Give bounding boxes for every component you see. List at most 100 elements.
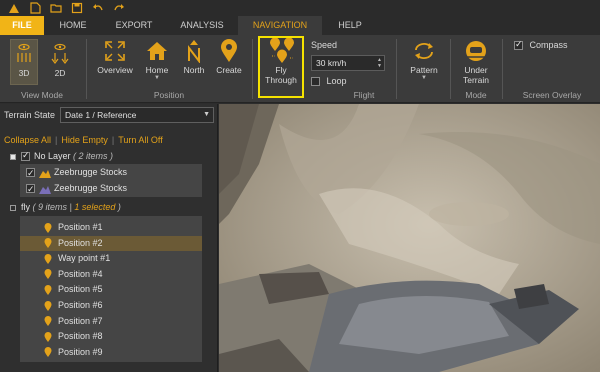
under-terrain-label-2: Terrain: [463, 75, 489, 85]
pattern-button[interactable]: Pattern ▼: [406, 39, 442, 81]
layer-selected-count: 1 selected: [74, 202, 116, 212]
compass-label: Compass: [529, 40, 568, 50]
list-item[interactable]: Zeebrugge Stocks: [20, 181, 202, 197]
aerial-terrain-image: [219, 104, 600, 372]
home-dropdown-icon: ▼: [154, 75, 160, 81]
group-label-position: Position: [153, 90, 185, 100]
list-item[interactable]: Zeebrugge Stocks: [20, 165, 202, 181]
layer-group-fly[interactable]: fly ( 9 items | 1 selected ): [10, 202, 121, 212]
tab-file[interactable]: FILE: [0, 16, 44, 35]
compass-checkbox[interactable]: [514, 39, 523, 51]
map-pin-icon: [216, 39, 242, 63]
home-label: Home: [145, 65, 169, 75]
view-2d-label: 2D: [54, 68, 66, 78]
speed-spinner-icon[interactable]: ▲ ▼: [377, 57, 382, 69]
diver-helmet-icon: [463, 39, 489, 63]
pattern-label: Pattern: [410, 65, 438, 75]
layer-name: fly: [21, 202, 30, 212]
layer-count-close: ): [115, 202, 121, 212]
item-label: Position #8: [58, 331, 103, 342]
overview-button[interactable]: Overview: [94, 39, 136, 75]
list-item[interactable]: Position #6: [20, 298, 202, 313]
view-3d-button[interactable]: 3D: [10, 39, 38, 85]
north-button[interactable]: North: [178, 39, 210, 75]
expand-arrows-icon: [102, 39, 128, 63]
tab-export[interactable]: EXPORT: [102, 16, 166, 35]
layer-count: ( 2 items ): [73, 151, 114, 161]
list-item[interactable]: Position #9: [20, 345, 202, 360]
under-terrain-button[interactable]: Under Terrain: [456, 39, 496, 85]
ribbon-tabs: FILE HOME EXPORT ANALYSIS NAVIGATION HEL…: [0, 16, 600, 35]
layer-checkbox[interactable]: [21, 150, 30, 162]
group-view-mode: 3D 2D View Mode: [0, 35, 84, 103]
speed-input[interactable]: 30 km/h ▲ ▼: [311, 55, 385, 71]
compass-toggle[interactable]: Compass: [514, 39, 568, 51]
view-2d-button[interactable]: 2D: [46, 39, 74, 78]
turn-all-off-link[interactable]: Turn All Off: [118, 135, 163, 145]
stockpile-icon: [39, 168, 51, 178]
list-item[interactable]: Way point #1: [20, 251, 202, 266]
item-checkbox[interactable]: [26, 182, 35, 197]
no-layer-items: Zeebrugge Stocks Zeebrugge Stocks: [20, 164, 202, 197]
ribbon-separator: [396, 39, 397, 99]
item-label: Position #9: [58, 346, 103, 357]
item-label: Position #1: [58, 222, 103, 232]
item-label: Position #7: [58, 315, 103, 326]
save-icon[interactable]: [71, 2, 83, 14]
create-button[interactable]: Create: [212, 39, 246, 75]
redo-icon[interactable]: [113, 2, 125, 14]
tab-help[interactable]: HELP: [322, 16, 378, 35]
layer-toggle[interactable]: [10, 153, 16, 160]
item-label: Zeebrugge Stocks: [54, 183, 128, 193]
collapse-all-link[interactable]: Collapse All: [4, 135, 51, 145]
layer-toggle[interactable]: [10, 204, 16, 211]
home-button[interactable]: Home ▼: [140, 39, 174, 81]
tab-navigation[interactable]: NAVIGATION: [238, 16, 322, 35]
tab-analysis[interactable]: ANALYSIS: [166, 16, 238, 35]
fly-through-highlight-box: [258, 36, 304, 98]
fly-items: Position #1 Position #2 Way point #1 Positi…: [20, 216, 202, 362]
list-item[interactable]: Position #2: [20, 235, 202, 251]
list-item[interactable]: Position #5: [20, 282, 202, 297]
rotate-arrows-icon: [411, 39, 437, 63]
layer-group-no-layer[interactable]: No Layer ( 2 items ): [10, 150, 114, 162]
item-checkbox[interactable]: [26, 166, 35, 181]
ribbon-separator: [252, 39, 253, 99]
eye-grid-icon: [11, 42, 37, 66]
map-pin-icon: [44, 331, 52, 342]
under-terrain-label-1: Under: [464, 65, 488, 75]
open-folder-icon[interactable]: [50, 2, 62, 14]
map-pin-icon: [44, 238, 52, 249]
layers-panel: Terrain State Date 1 / Reference ▼ Colla…: [0, 104, 218, 372]
house-icon: [144, 39, 170, 63]
item-label: Position #5: [58, 284, 103, 295]
map-pin-icon: [44, 347, 52, 358]
view-3d-label: 3D: [18, 68, 30, 78]
ribbon-separator: [450, 39, 451, 99]
hide-empty-link[interactable]: Hide Empty: [61, 135, 108, 145]
list-item[interactable]: Position #1: [20, 220, 202, 235]
loop-checkbox[interactable]: [311, 77, 320, 87]
loop-label: Loop: [326, 76, 347, 86]
list-item[interactable]: Position #8: [20, 329, 202, 344]
group-position: Overview Home ▼ North Create Position: [88, 35, 250, 103]
north-label: North: [183, 65, 205, 75]
map-pin-icon: [44, 300, 52, 311]
loop-toggle[interactable]: Loop: [311, 76, 347, 87]
group-pattern: Pattern ▼: [398, 35, 448, 103]
undo-icon[interactable]: [92, 2, 104, 14]
layer-links: Collapse All | Hide Empty | Turn All Off: [4, 135, 163, 145]
item-label: Position #4: [58, 268, 103, 279]
new-file-icon[interactable]: [29, 2, 41, 14]
ribbon-separator: [86, 39, 87, 99]
terrain-state-select[interactable]: Date 1 / Reference ▼: [60, 107, 214, 123]
terrain-state-value: Date 1 / Reference: [65, 110, 137, 120]
terrain-3d-view[interactable]: [219, 104, 600, 372]
list-item[interactable]: Position #4: [20, 267, 202, 282]
tab-home[interactable]: HOME: [44, 16, 102, 35]
map-pin-icon: [44, 316, 52, 327]
app-logo-icon: [8, 2, 20, 14]
list-item[interactable]: Position #7: [20, 314, 202, 329]
ribbon-separator: [502, 39, 503, 99]
group-label-mode: Mode: [465, 90, 487, 100]
